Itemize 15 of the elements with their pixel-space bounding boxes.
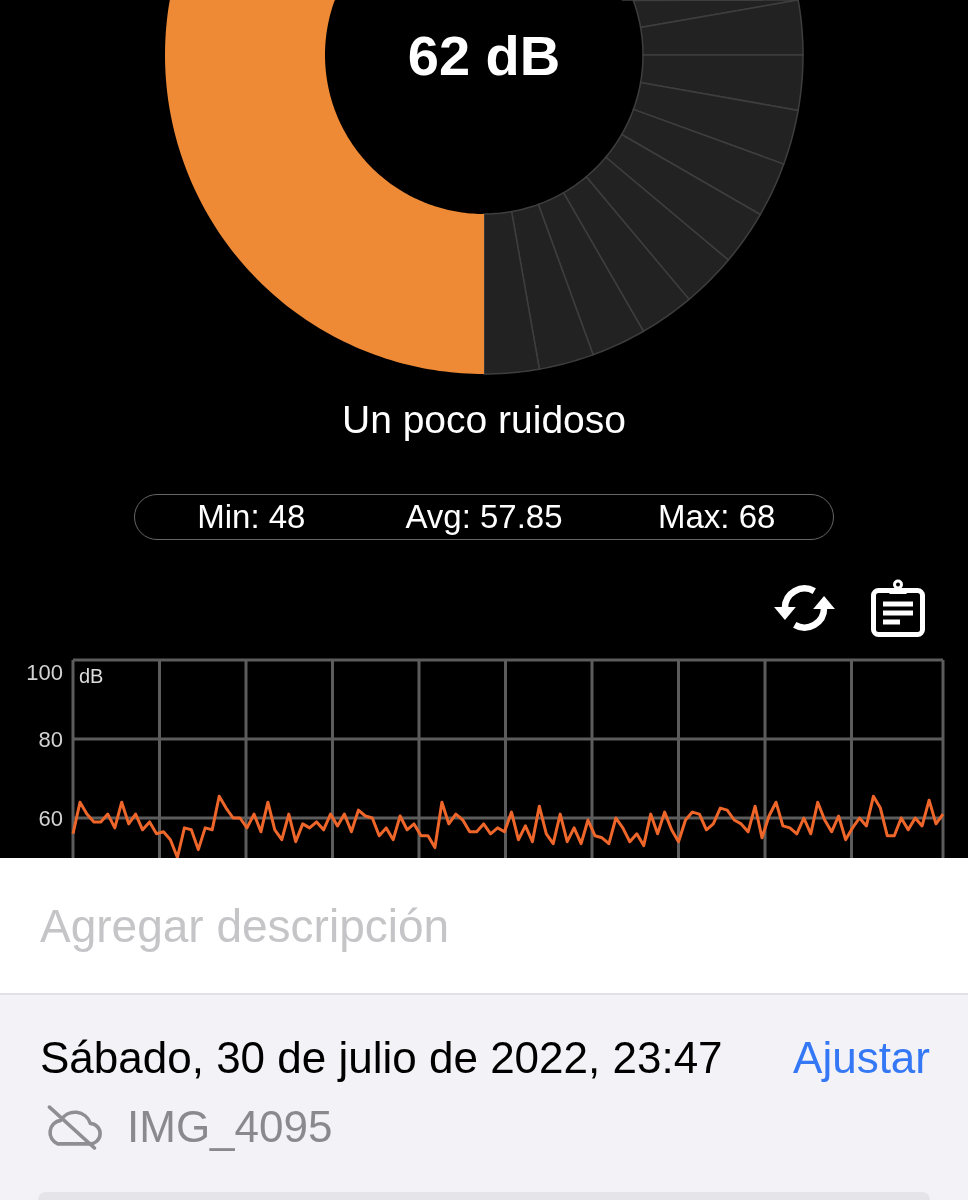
axis-title: dB (79, 665, 104, 687)
stat-text: Max: 68 (657, 497, 776, 537)
adjust-button[interactable]: Ajustar (793, 1032, 930, 1084)
axis-label: 100 (26, 660, 63, 685)
noise-status: Un poco ruidoso (342, 398, 626, 442)
refresh-icon[interactable] (773, 584, 836, 632)
file-name: IMG_4095 (127, 1102, 333, 1152)
clipboard-icon[interactable] (870, 579, 926, 637)
description-field[interactable]: Agregar descripción (0, 858, 968, 995)
decibel-reading: 62 dB (407, 24, 561, 87)
date-text: Sábado, 30 de julio de 2022, 23:47 (40, 1032, 723, 1084)
axis-label: 80 (38, 727, 63, 752)
axis-label: 60 (38, 806, 63, 831)
stat-text: Min: 48 (197, 497, 306, 537)
stat-text: Avg: 57.85 (405, 497, 563, 537)
